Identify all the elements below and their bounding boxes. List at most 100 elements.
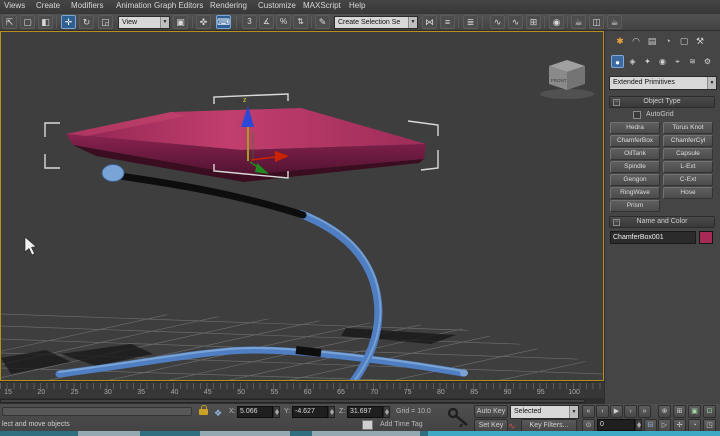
- material-editor-icon[interactable]: ◉: [549, 15, 564, 29]
- percent-snap-toggle-icon[interactable]: %: [276, 15, 291, 29]
- menu-maxscript[interactable]: MAXScript: [303, 1, 341, 10]
- object-type-rollout[interactable]: − Object Type: [609, 96, 715, 108]
- spacewarps-category-icon[interactable]: ≋: [686, 55, 699, 68]
- spinner-snap-toggle-icon[interactable]: ⇅: [293, 15, 308, 29]
- object-name-field[interactable]: ChamferBox001: [610, 231, 696, 244]
- auto-key-button[interactable]: Auto Key: [474, 405, 508, 418]
- spindle-button[interactable]: Spindle: [610, 161, 660, 173]
- object-color-swatch[interactable]: [699, 231, 713, 244]
- oiltank-button[interactable]: OilTank: [610, 148, 660, 160]
- c-ext-button[interactable]: C-Ext: [663, 174, 713, 186]
- align-icon[interactable]: ≡: [440, 15, 455, 29]
- zoom-extents-all-button[interactable]: ⊡: [703, 405, 716, 418]
- angle-snap-toggle-icon[interactable]: ∡: [259, 15, 274, 29]
- select-and-manipulate-icon[interactable]: ✜: [196, 15, 211, 29]
- x-coord-field[interactable]: 5.066: [237, 406, 273, 418]
- chamferbox-button[interactable]: ChamferBox: [610, 135, 660, 147]
- render-production-icon[interactable]: ☕: [607, 15, 622, 29]
- hierarchy-tab-icon[interactable]: ▤: [645, 35, 659, 48]
- menu-animation[interactable]: Animation: [116, 1, 152, 10]
- z-coord-field[interactable]: 31.697: [347, 406, 383, 418]
- menu-graph-editors[interactable]: Graph Editors: [154, 1, 203, 10]
- menu-customize[interactable]: Customize: [258, 1, 296, 10]
- create-tab-icon[interactable]: ✱: [613, 35, 627, 48]
- chevron-down-icon[interactable]: ▼: [408, 17, 417, 28]
- named-selection-set-dropdown[interactable]: Create Selection Se ▼: [334, 16, 418, 29]
- select-and-link-icon[interactable]: ⇱: [2, 15, 17, 29]
- time-slider-ruler[interactable]: 1520253035404550556065707580859095100: [0, 381, 604, 398]
- zoom-all-button[interactable]: ⊞: [673, 405, 686, 418]
- window-crossing-icon[interactable]: ◧: [38, 15, 53, 29]
- edit-named-selection-sets-icon[interactable]: ✎: [315, 15, 330, 29]
- selection-set-filter-dropdown[interactable]: Selected ▼: [510, 405, 579, 419]
- select-and-scale-icon[interactable]: ◲: [98, 15, 113, 29]
- collapse-icon[interactable]: −: [613, 99, 620, 106]
- motion-tab-icon[interactable]: ◔: [661, 35, 675, 48]
- chevron-down-icon[interactable]: ▼: [569, 406, 578, 418]
- y-spinner[interactable]: [328, 406, 335, 418]
- shapes-category-icon[interactable]: ◈: [626, 55, 639, 68]
- add-time-tag[interactable]: Add Time Tag: [380, 421, 423, 428]
- taskbar-window-button[interactable]: [78, 431, 140, 436]
- hedra-button[interactable]: Hedra: [610, 122, 660, 134]
- rectangular-selection-region-icon[interactable]: ▢: [20, 15, 35, 29]
- hose-button[interactable]: Hose: [663, 187, 713, 199]
- use-pivot-center-icon[interactable]: ▣: [173, 15, 188, 29]
- taskbar-window-button[interactable]: [200, 431, 290, 436]
- torus-knot-button[interactable]: Torus Knot: [663, 122, 713, 134]
- name-and-color-rollout[interactable]: − Name and Color: [609, 216, 715, 228]
- menu-modifiers[interactable]: Modifiers: [71, 1, 103, 10]
- geometry-category-icon[interactable]: ●: [611, 55, 624, 68]
- collapse-icon[interactable]: −: [613, 219, 620, 226]
- prism-button[interactable]: Prism: [610, 200, 660, 212]
- y-coord-field[interactable]: -4.627: [292, 406, 328, 418]
- curve-editor-icon[interactable]: ∿: [508, 15, 523, 29]
- display-tab-icon[interactable]: ▢: [677, 35, 691, 48]
- zoom-extents-button[interactable]: ▣: [688, 405, 701, 418]
- snap-toggle-3d-icon[interactable]: 3: [242, 15, 257, 29]
- next-frame-button[interactable]: ›: [624, 405, 637, 418]
- chevron-down-icon[interactable]: ▼: [707, 77, 716, 89]
- transform-typein-icon[interactable]: ❖: [214, 408, 222, 419]
- systems-category-icon[interactable]: ⚙: [701, 55, 714, 68]
- frame-spinner[interactable]: [635, 419, 642, 431]
- select-and-rotate-icon[interactable]: ↻: [79, 15, 94, 29]
- primitive-category-dropdown[interactable]: Extended Primitives ▼: [609, 76, 717, 90]
- go-to-start-button[interactable]: «: [582, 405, 595, 418]
- time-tag-icon[interactable]: [362, 420, 373, 430]
- utilities-tab-icon[interactable]: ⚒: [693, 35, 707, 48]
- autogrid-checkbox[interactable]: [633, 111, 641, 119]
- l-ext-button[interactable]: L-Ext: [663, 161, 713, 173]
- viewcube[interactable]: FRONT: [540, 60, 594, 99]
- render-setup-icon[interactable]: ☕: [571, 15, 586, 29]
- menu-help[interactable]: Help: [349, 1, 365, 10]
- maxscript-mini-listener[interactable]: [2, 407, 192, 416]
- z-spinner[interactable]: [383, 406, 390, 418]
- black-cable[interactable]: [113, 175, 303, 215]
- tube-cap[interactable]: [102, 165, 124, 182]
- reference-coordinate-dropdown[interactable]: View ▼: [118, 16, 170, 29]
- viewcube-compass[interactable]: [540, 89, 594, 99]
- selection-lock-icon[interactable]: [199, 409, 208, 415]
- select-and-move-icon[interactable]: ✛: [61, 15, 76, 29]
- set-keys-key-icon[interactable]: [447, 406, 471, 430]
- previous-frame-button[interactable]: ‹: [596, 405, 609, 418]
- go-to-end-button[interactable]: »: [638, 405, 651, 418]
- x-spinner[interactable]: [273, 406, 280, 418]
- menu-views[interactable]: Views: [4, 1, 25, 10]
- menu-rendering[interactable]: Rendering: [210, 1, 247, 10]
- schematic-view-icon[interactable]: ⊞: [526, 15, 541, 29]
- helpers-category-icon[interactable]: ⌖: [671, 55, 684, 68]
- zoom-tool-button[interactable]: ⊕: [658, 405, 671, 418]
- ringwave-button[interactable]: RingWave: [610, 187, 660, 199]
- graph-editors-icon[interactable]: ∿: [490, 15, 505, 29]
- modify-tab-icon[interactable]: ◠: [629, 35, 643, 48]
- layer-manager-icon[interactable]: ≣: [463, 15, 478, 29]
- menu-create[interactable]: Create: [36, 1, 60, 10]
- taskbar-window-button[interactable]: [312, 431, 420, 436]
- chevron-down-icon[interactable]: ▼: [160, 17, 169, 28]
- rendered-frame-window-icon[interactable]: ◫: [589, 15, 604, 29]
- chamfercyl-button[interactable]: ChamferCyl: [663, 135, 713, 147]
- mirror-icon[interactable]: ⋈: [422, 15, 437, 29]
- lights-category-icon[interactable]: ✦: [641, 55, 654, 68]
